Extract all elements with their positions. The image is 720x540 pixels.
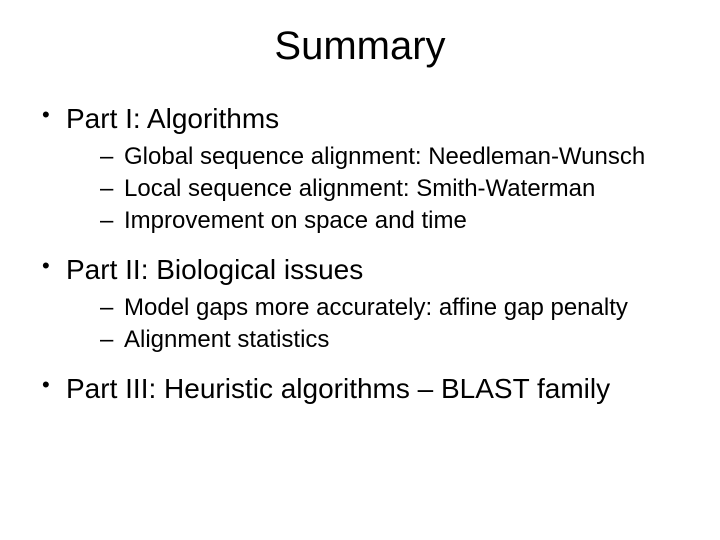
sub-list-item: Improvement on space and time	[66, 206, 684, 236]
slide: Summary Part I: Algorithms Global sequen…	[0, 0, 720, 540]
sub-list-item: Alignment statistics	[66, 325, 684, 355]
sub-list: Global sequence alignment: Needleman-Wun…	[66, 142, 684, 236]
list-item-label: Part III: Heuristic algorithms – BLAST f…	[66, 373, 610, 404]
list-item-label: Part II: Biological issues	[66, 254, 363, 285]
list-item: Part II: Biological issues Model gaps mo…	[36, 252, 684, 355]
slide-title: Summary	[36, 24, 684, 69]
sub-list-item: Global sequence alignment: Needleman-Wun…	[66, 142, 684, 172]
sub-list-item: Local sequence alignment: Smith-Waterman	[66, 174, 684, 204]
list-item: Part I: Algorithms Global sequence align…	[36, 101, 684, 236]
list-item-label: Part I: Algorithms	[66, 103, 279, 134]
sub-list-item: Model gaps more accurately: affine gap p…	[66, 293, 684, 323]
bullet-list: Part I: Algorithms Global sequence align…	[36, 101, 684, 406]
list-item: Part III: Heuristic algorithms – BLAST f…	[36, 371, 684, 406]
sub-list: Model gaps more accurately: affine gap p…	[66, 293, 684, 355]
